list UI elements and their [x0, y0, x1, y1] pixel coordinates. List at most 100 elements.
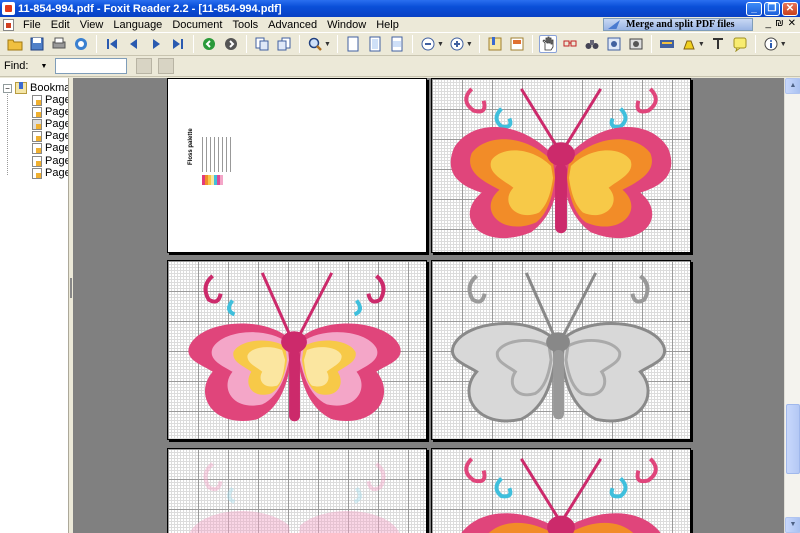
bookmark-icon	[15, 82, 27, 94]
bookmark-page-item[interactable]: Page	[32, 167, 68, 179]
select-text-icon[interactable]	[561, 35, 579, 53]
go-forward-icon[interactable]	[222, 35, 240, 53]
menu-advanced[interactable]: Advanced	[263, 19, 322, 31]
find-input[interactable]	[55, 58, 128, 74]
pdf-page-butterfly-pink	[167, 260, 427, 440]
actual-size-icon[interactable]	[344, 35, 362, 53]
info-icon[interactable]	[762, 35, 780, 53]
document-icon[interactable]	[3, 18, 14, 31]
bookmark-page-item[interactable]: Page	[32, 155, 68, 167]
palette-legend-lines	[202, 137, 232, 172]
bookmarks-root-label: Bookmarks	[30, 82, 69, 94]
menu-window[interactable]: Window	[322, 19, 371, 31]
pdf-page-butterfly-orange	[431, 78, 691, 253]
palette-swatches	[202, 175, 223, 185]
menu-bar: File Edit View Language Document Tools A…	[0, 17, 800, 32]
note-icon[interactable]	[731, 35, 749, 53]
page-icon	[32, 94, 42, 106]
pdf-page-palette: Floss palette	[167, 78, 427, 253]
page-icon	[32, 167, 42, 179]
butterfly-faded-pattern	[189, 462, 400, 533]
close-button[interactable]: ✕	[782, 1, 798, 16]
zoom-out-icon[interactable]	[419, 35, 437, 53]
go-back-icon[interactable]	[200, 35, 218, 53]
rotate-left-icon[interactable]	[253, 35, 271, 53]
scroll-up-button[interactable]: ▲	[785, 78, 800, 94]
scroll-thumb[interactable]	[786, 404, 800, 474]
collapse-toggle[interactable]: −	[3, 83, 12, 93]
image-icon[interactable]	[627, 35, 645, 53]
palette-swatch	[220, 175, 223, 185]
window-title: 11-854-994.pdf - Foxit Reader 2.2 - [11-…	[18, 2, 282, 15]
bookmarks-root[interactable]: − Bookmarks	[3, 82, 69, 94]
pdf-page-butterfly-gray	[431, 260, 691, 440]
find-options-dropdown[interactable]: ▼	[40, 63, 47, 70]
menu-view[interactable]: View	[75, 19, 109, 31]
bookmark-page-item[interactable]: Page	[32, 106, 68, 118]
vertical-scrollbar[interactable]: ▲ ▼	[784, 78, 800, 533]
hand-tool-icon[interactable]	[538, 35, 557, 53]
last-page-icon[interactable]	[169, 35, 187, 53]
menu-language[interactable]: Language	[108, 19, 167, 31]
maximize-button[interactable]: ❐	[764, 1, 780, 16]
pdf-page-butterfly-orange-2	[431, 448, 691, 533]
butterfly-orange-pattern	[450, 87, 672, 239]
menu-edit[interactable]: Edit	[46, 19, 75, 31]
merge-split-label: Merge and split PDF files	[626, 19, 735, 30]
print-icon[interactable]	[50, 35, 68, 53]
find-binoculars-icon[interactable]	[583, 35, 601, 53]
document-view[interactable]: Floss palette	[73, 78, 784, 533]
menu-file[interactable]: File	[18, 19, 46, 31]
text-tool-icon[interactable]	[709, 35, 727, 53]
bookmark-page-item[interactable]: Page	[32, 142, 68, 154]
find-next-button[interactable]	[158, 58, 175, 74]
thumbnails-panel-icon[interactable]	[508, 35, 526, 53]
menu-help[interactable]: Help	[371, 19, 404, 31]
bookmark-page-item[interactable]: Page	[32, 118, 68, 130]
save-icon[interactable]	[28, 35, 46, 53]
palette-title: Floss palette	[188, 128, 194, 165]
fit-page-icon[interactable]	[366, 35, 384, 53]
typewriter-icon[interactable]	[658, 35, 676, 53]
fit-width-icon[interactable]	[388, 35, 406, 53]
bookmarks-panel: − Bookmarks Page Page Page Page Page Pag…	[0, 78, 69, 533]
main-toolbar: ▼ ▼ ▼ ▼ ▼	[0, 32, 800, 56]
doc-restore-button[interactable]: ₪	[775, 18, 784, 29]
bookmarks-panel-icon[interactable]	[486, 35, 504, 53]
app-icon	[2, 2, 15, 15]
rotate-right-icon[interactable]	[275, 35, 293, 53]
snapshot-icon[interactable]	[605, 35, 623, 53]
first-page-icon[interactable]	[103, 35, 121, 53]
zoom-in-icon[interactable]	[448, 35, 466, 53]
merge-split-banner[interactable]: Merge and split PDF files	[603, 18, 753, 31]
title-bar: 11-854-994.pdf - Foxit Reader 2.2 - [11-…	[0, 0, 800, 17]
bookmark-page-item[interactable]: Page	[32, 130, 68, 142]
butterfly-gray-pattern	[450, 272, 667, 423]
previous-page-icon[interactable]	[125, 35, 143, 53]
bookmark-page-item[interactable]: Page	[32, 94, 68, 106]
butterfly-pink-pattern	[188, 272, 401, 422]
find-previous-button[interactable]	[136, 58, 153, 74]
butterfly-orange-pattern-2	[461, 457, 661, 533]
page-icon	[32, 118, 42, 130]
doc-close-button[interactable]: ✕	[788, 18, 796, 29]
doc-minimize-button[interactable]: _	[766, 18, 772, 29]
merge-icon	[608, 20, 620, 29]
next-page-icon[interactable]	[147, 35, 165, 53]
minimize-button[interactable]: _	[746, 1, 762, 16]
page-icon	[32, 155, 42, 167]
menu-document[interactable]: Document	[167, 19, 227, 31]
email-icon[interactable]	[72, 35, 90, 53]
zoom-icon[interactable]	[306, 35, 324, 53]
scroll-down-button[interactable]: ▼	[785, 517, 800, 533]
page-icon	[32, 106, 42, 118]
open-icon[interactable]	[6, 35, 24, 53]
find-label: Find:	[4, 60, 29, 72]
menu-tools[interactable]: Tools	[227, 19, 263, 31]
find-toolbar: Find: ▼	[0, 56, 800, 77]
pdf-page-butterfly-faded	[167, 448, 427, 533]
page-icon	[32, 142, 42, 154]
highlight-icon[interactable]	[680, 35, 698, 53]
page-icon	[32, 130, 42, 142]
floss-palette: Floss palette	[188, 128, 238, 197]
